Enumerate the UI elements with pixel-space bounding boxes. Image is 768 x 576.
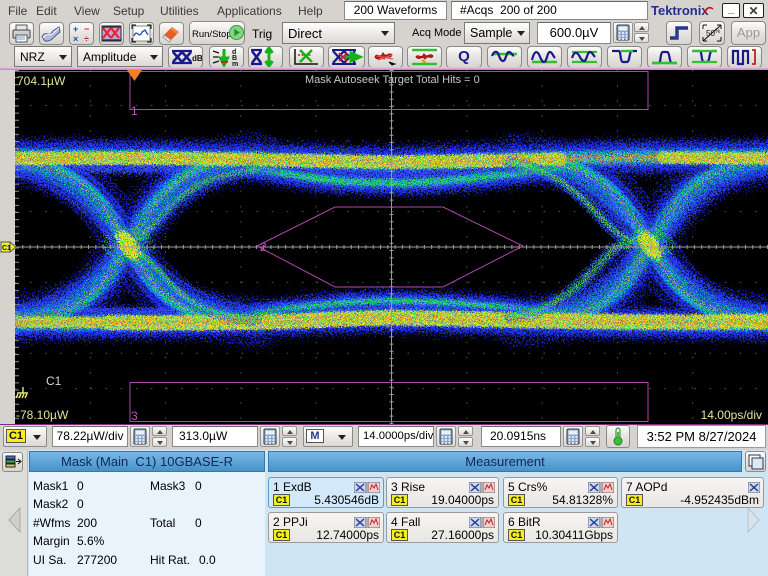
svg-text:1: 1: [131, 104, 138, 118]
svg-text:Mask Autoseek Target Total Hit: Mask Autoseek Target Total Hits = 0: [305, 74, 480, 86]
svg-text:C1: C1: [46, 374, 62, 388]
svg-text:704.1µW: 704.1µW: [17, 74, 66, 88]
svg-text:%: %: [715, 29, 721, 35]
svg-text:3: 3: [131, 409, 138, 423]
svg-text:×: ×: [73, 34, 78, 44]
svg-text:14.00ps/div: 14.00ps/div: [701, 408, 762, 422]
svg-text:÷: ÷: [84, 34, 89, 44]
svg-text:−: −: [84, 24, 89, 34]
svg-text:dB: dB: [192, 54, 202, 63]
svg-text:C1: C1: [2, 245, 11, 252]
svg-text:-78.10µW: -78.10µW: [16, 408, 69, 422]
svg-text:+: +: [73, 24, 78, 34]
svg-text:2: 2: [260, 240, 267, 254]
